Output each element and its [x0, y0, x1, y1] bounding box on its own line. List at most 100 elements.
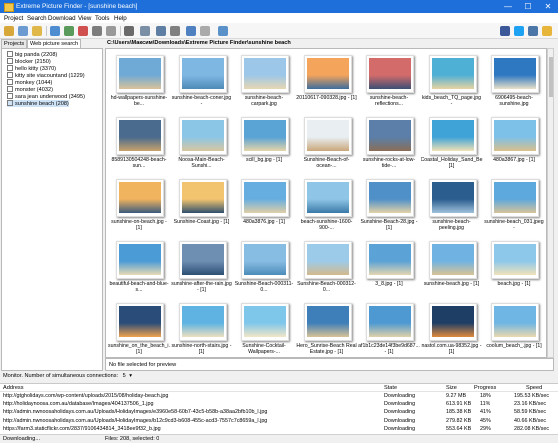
thumbnail-item[interactable]: 480a3876.jpg - [1] [233, 175, 295, 237]
table-row[interactable]: https://farm3.staticflickr.com/2837/9106… [0, 425, 558, 433]
thumbnail-image[interactable] [182, 306, 224, 337]
table-row[interactable]: http://gtgholidays.com/wp-content/upload… [0, 392, 558, 400]
menu-view[interactable]: View [78, 15, 91, 22]
checkbox-icon[interactable] [7, 65, 13, 71]
menu-search[interactable]: Search [27, 15, 47, 22]
open-project-icon[interactable] [18, 26, 28, 36]
tree-item[interactable]: hello kitty (3370) [7, 65, 56, 72]
column-address[interactable]: Address [3, 384, 24, 392]
thumbnail-image[interactable] [432, 120, 474, 151]
tree-item[interactable]: blocker (2150) [7, 58, 51, 65]
thumbnail-item[interactable]: af1b1c23de14f3be9d687...- [1] [358, 299, 420, 358]
thumbnail-item[interactable]: sunshine-beach.jpg - [1] [421, 237, 483, 299]
thumbnail-item[interactable]: coolum_beach_.jpg - [1] [483, 299, 545, 358]
stop-icon[interactable] [78, 26, 88, 36]
thumbnail-item[interactable]: sunshine-north-stairs.jpg - [1] [171, 299, 233, 358]
thumbnail-image[interactable] [432, 58, 474, 89]
twitter-icon[interactable] [514, 26, 524, 36]
thumbnail-image[interactable] [182, 58, 224, 89]
thumbnail-item[interactable]: sunshine-beach-peeling.jpg- [1] [421, 175, 483, 237]
thumbnail-item[interactable]: Sunshine-Beach-000311-0...[1] [233, 237, 295, 299]
thumbnail-image[interactable] [244, 182, 286, 213]
thumbnail-item[interactable]: Sunshine-Coast.jpg - [1] [171, 175, 233, 237]
column-progress[interactable]: Progress [474, 384, 496, 392]
thumbnail-image[interactable] [369, 120, 411, 151]
grid-scrollbar[interactable] [547, 48, 554, 358]
settings-icon[interactable] [106, 26, 116, 36]
table-row[interactable]: http://admin.nwnoosaholidays.com.au/Uplo… [0, 408, 558, 416]
thumbnail-item[interactable]: sunshine-after-the-rain.jpg- [1] [171, 237, 233, 299]
facebook-icon[interactable] [500, 26, 510, 36]
tree-item[interactable]: kitty site viacountand (1229) [7, 72, 85, 79]
thumbnail-item[interactable]: 8589130504248-beach-sun...[1] [108, 113, 170, 175]
thumbnail-image[interactable] [307, 244, 349, 275]
checkbox-icon[interactable] [7, 72, 13, 78]
edit-project-icon[interactable] [32, 26, 42, 36]
thumbnail-image[interactable] [494, 306, 536, 337]
thumbnail-item[interactable]: Sunshine-Beach-000312-0...[1] [296, 237, 358, 299]
menu-help[interactable]: Help [114, 15, 127, 22]
thumbnail-image[interactable] [432, 306, 474, 337]
scrollbar-thumb[interactable] [549, 57, 553, 97]
thumbnail-item[interactable]: sunshine-on-beach.jpg - [1] [108, 175, 170, 237]
help-icon[interactable] [542, 26, 552, 36]
thumbnail-item[interactable]: Noosa-Main-Beach-Sunshi...[1] [171, 113, 233, 175]
thumbnail-item[interactable]: sunshine_on_the_beach_i...[1] [108, 299, 170, 358]
details-icon[interactable] [140, 26, 150, 36]
list-icon[interactable] [156, 26, 166, 36]
thumbnail-image[interactable] [119, 58, 161, 89]
web-search-icon[interactable] [218, 26, 228, 36]
table-row[interactable]: http://holidaynoosa.com.au/database/Imag… [0, 400, 558, 408]
table-row[interactable]: http://admin.nwnoosaholidays.com.au/Uplo… [0, 417, 558, 425]
menu-download[interactable]: Download [48, 15, 76, 22]
thumbnail-item[interactable]: sunshine-beach-carpark.jpg- [1] [233, 51, 295, 113]
thumbnail-image[interactable] [369, 306, 411, 337]
chevron-down-icon[interactable]: ▾ [129, 373, 132, 379]
thumbnail-image[interactable] [307, 120, 349, 151]
column-state[interactable]: State [384, 384, 397, 392]
thumbnail-image[interactable] [244, 306, 286, 337]
vk-icon[interactable] [528, 26, 538, 36]
thumbnail-image[interactable] [244, 58, 286, 89]
tree-item-selected[interactable]: sunshine beach (208) [7, 100, 69, 107]
resume-icon[interactable] [64, 26, 74, 36]
thumbnail-image[interactable] [182, 182, 224, 213]
thumbnail-item[interactable]: sunshine-rocks-at-low-tide-...[1] [358, 113, 420, 175]
thumbnail-image[interactable] [432, 244, 474, 275]
thumbnail-item[interactable]: kids_beach_TQ_page.jpg -[1] [421, 51, 483, 113]
thumbnail-image[interactable] [244, 244, 286, 275]
thumbnail-image[interactable] [182, 244, 224, 275]
thumbnail-image[interactable] [432, 182, 474, 213]
menu-tools[interactable]: Tools [95, 15, 109, 22]
tree-item[interactable]: monster (4032) [7, 86, 53, 93]
checkbox-icon[interactable] [7, 86, 13, 92]
thumbnail-item[interactable]: sunshine-beach-coner.jpg -[1] [171, 51, 233, 113]
checkbox-icon[interactable] [7, 100, 13, 106]
thumbnail-image[interactable] [369, 182, 411, 213]
thumbnail-item[interactable]: nastol.com.ua-98352.jpg - [1] [421, 299, 483, 358]
thumbnail-item[interactable]: sunshine-beach_031.jpeg -[1] [483, 175, 545, 237]
thumbnail-image[interactable] [307, 58, 349, 89]
maximize-button[interactable]: ☐ [518, 0, 538, 13]
thumbnail-image[interactable] [494, 58, 536, 89]
filter-icon[interactable] [186, 26, 196, 36]
checkbox-icon[interactable] [7, 51, 13, 57]
close-button[interactable]: ✕ [538, 0, 558, 13]
tree-item[interactable]: big panda (2208) [7, 51, 57, 58]
thumbnail-item[interactable]: 6906495-beach-sunshine.jpg- [1] [483, 51, 545, 113]
column-size[interactable]: Size [446, 384, 457, 392]
thumbnail-image[interactable] [119, 120, 161, 151]
thumbnail-item[interactable]: Sunshine-Cocktail-Wallpapers-...[1] [233, 299, 295, 358]
minimize-button[interactable]: — [498, 0, 518, 13]
thumbnails-icon[interactable] [124, 26, 134, 36]
thumbnail-image[interactable] [119, 182, 161, 213]
thumbnail-image[interactable] [494, 244, 536, 275]
start-icon[interactable] [50, 26, 60, 36]
thumbnail-image[interactable] [307, 306, 349, 337]
sort-icon[interactable] [170, 26, 180, 36]
new-project-icon[interactable] [4, 26, 14, 36]
checkbox-icon[interactable] [7, 79, 13, 85]
thumbnail-image[interactable] [307, 182, 349, 213]
menu-project[interactable]: Project [4, 15, 23, 22]
checkbox-icon[interactable] [7, 93, 13, 99]
